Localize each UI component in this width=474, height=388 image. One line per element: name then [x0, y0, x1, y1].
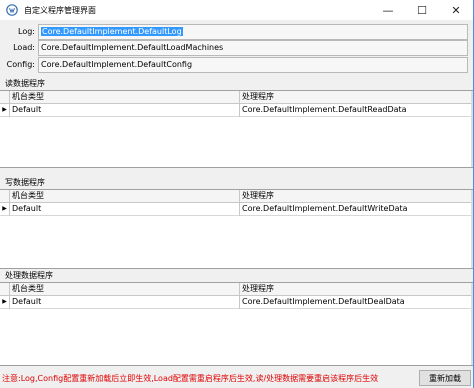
minimize-button[interactable]: —: [371, 0, 405, 20]
app-logo-icon: [6, 4, 18, 16]
column-header-handler[interactable]: 处理程序: [240, 91, 473, 104]
minimize-icon: —: [382, 3, 394, 17]
row-pointer-icon: ▶: [0, 104, 10, 117]
row-pointer-icon: ▶: [0, 296, 10, 309]
grid-header: 机台类型 处理程序: [0, 190, 473, 203]
table-row[interactable]: ▶ Default Core.DefaultImplement.DefaultW…: [0, 203, 473, 216]
load-row: Load: Core.DefaultImplement.DefaultLoadM…: [0, 40, 473, 56]
column-header-handler[interactable]: 处理程序: [240, 283, 473, 296]
log-value: Core.DefaultImplement.DefaultLog: [41, 27, 183, 36]
read-data-title: 读数据程序: [5, 79, 45, 88]
grid-scroll-edge: [471, 91, 473, 167]
column-header-machine-type[interactable]: 机台类型: [10, 190, 240, 203]
maximize-button[interactable]: ☐: [405, 0, 439, 20]
log-row: Log: Core.DefaultImplement.DefaultLog: [0, 24, 473, 40]
column-header-machine-type[interactable]: 机台类型: [10, 91, 240, 104]
column-header-handler[interactable]: 处理程序: [240, 190, 473, 203]
main-window: 自定义程序管理界面 — ☐ ✕ Log: Core.DefaultImpleme…: [0, 0, 474, 388]
handler-cell[interactable]: Core.DefaultImplement.DefaultReadData: [240, 104, 473, 117]
reload-button[interactable]: 重新加载: [419, 370, 471, 386]
table-row[interactable]: ▶ Default Core.DefaultImplement.DefaultD…: [0, 296, 473, 309]
write-data-grid[interactable]: 机台类型 处理程序 ▶ Default Core.DefaultImplemen…: [0, 189, 473, 269]
deal-data-group: 处理数据程序 机台类型 处理程序 ▶ Default Core.DefaultI…: [0, 270, 473, 366]
read-data-grid[interactable]: 机台类型 处理程序 ▶ Default Core.DefaultImplemen…: [0, 90, 473, 168]
handler-cell[interactable]: Core.DefaultImplement.DefaultWriteData: [240, 203, 473, 216]
grid-scroll-edge: [471, 190, 473, 268]
handler-cell[interactable]: Core.DefaultImplement.DefaultDealData: [240, 296, 473, 309]
deal-data-title: 处理数据程序: [5, 271, 53, 280]
write-data-title: 写数据程序: [5, 178, 45, 187]
log-field[interactable]: Core.DefaultImplement.DefaultLog: [38, 24, 468, 40]
machine-type-cell[interactable]: Default: [10, 296, 240, 309]
grid-header: 机台类型 处理程序: [0, 283, 473, 296]
write-data-group: 写数据程序 机台类型 处理程序 ▶ Default Core.DefaultIm…: [0, 177, 473, 269]
deal-data-grid[interactable]: 机台类型 处理程序 ▶ Default Core.DefaultImplemen…: [0, 282, 473, 366]
config-field[interactable]: Core.DefaultImplement.DefaultConfig: [38, 57, 468, 73]
notice-text: 注意:Log,Config配置重新加载后立即生效,Load配置需重启程序后生效,…: [2, 374, 379, 383]
read-data-group: 读数据程序 机台类型 处理程序 ▶ Default Core.DefaultIm…: [0, 78, 473, 168]
log-label: Log:: [18, 27, 35, 36]
grid-scroll-edge: [471, 283, 473, 365]
column-header-machine-type[interactable]: 机台类型: [10, 283, 240, 296]
close-button[interactable]: ✕: [439, 0, 473, 20]
config-label: Config:: [6, 60, 35, 69]
load-label: Load:: [13, 43, 35, 52]
machine-type-cell[interactable]: Default: [10, 203, 240, 216]
config-row: Config: Core.DefaultImplement.DefaultCon…: [0, 57, 473, 73]
close-icon: ✕: [451, 3, 461, 17]
footer-bar: 注意:Log,Config配置重新加载后立即生效,Load配置需重启程序后生效,…: [0, 368, 473, 388]
table-row[interactable]: ▶ Default Core.DefaultImplement.DefaultR…: [0, 104, 473, 117]
machine-type-cell[interactable]: Default: [10, 104, 240, 117]
load-field[interactable]: Core.DefaultImplement.DefaultLoadMachine…: [38, 40, 468, 56]
window-title: 自定义程序管理界面: [24, 5, 96, 15]
title-bar[interactable]: 自定义程序管理界面 — ☐ ✕: [0, 0, 473, 20]
maximize-icon: ☐: [417, 3, 427, 17]
grid-header: 机台类型 处理程序: [0, 91, 473, 104]
row-pointer-icon: ▶: [0, 203, 10, 216]
